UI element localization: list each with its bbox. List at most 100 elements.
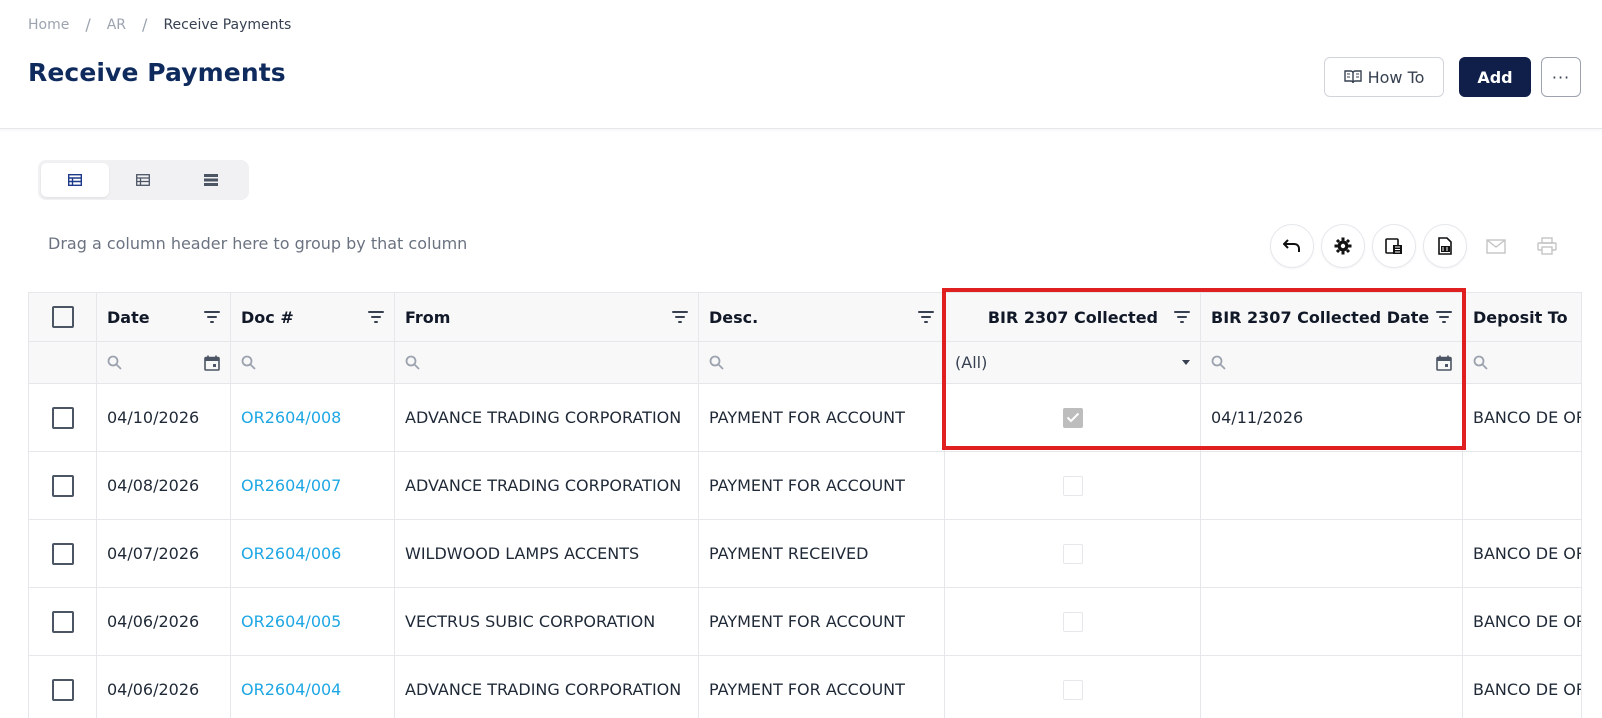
search-icon — [107, 355, 122, 370]
reset-layout-button[interactable] — [1270, 224, 1314, 268]
row-checkbox[interactable] — [51, 678, 74, 701]
settings-button[interactable] — [1321, 224, 1365, 268]
date-filter-input[interactable] — [97, 342, 231, 383]
doc-link[interactable]: OR2604/004 — [231, 656, 395, 718]
calendar-icon[interactable] — [1436, 355, 1452, 371]
column-header-from[interactable]: From — [395, 293, 699, 341]
bir-collected-checkbox — [1062, 407, 1083, 428]
email-button[interactable] — [1474, 224, 1518, 268]
date-cell: 04/07/2026 — [97, 520, 231, 587]
column-header-deposit-to[interactable]: Deposit To — [1463, 293, 1581, 341]
desc-cell: PAYMENT RECEIVED — [699, 520, 945, 587]
doc-link[interactable]: OR2604/008 — [231, 384, 395, 451]
breadcrumb-ar[interactable]: AR — [107, 17, 126, 33]
column-header-bir-collected[interactable]: BIR 2307 Collected — [945, 293, 1201, 341]
breadcrumb-separator: / — [142, 15, 148, 34]
column-title: BIR 2307 Collected Date — [1211, 307, 1430, 327]
doc-filter-input[interactable] — [231, 342, 395, 383]
deposit-filter-input[interactable] — [1463, 342, 1581, 383]
bir-date-filter-input[interactable] — [1201, 342, 1463, 383]
undo-icon — [1283, 239, 1300, 252]
table-row[interactable]: 04/10/2026 OR2604/008 ADVANCE TRADING CO… — [29, 384, 1581, 452]
column-title: Doc # — [241, 307, 294, 327]
search-icon — [1211, 355, 1226, 370]
bir-collected-cell — [945, 520, 1201, 587]
payments-grid: Date Doc # From Desc. BIR 2307 Collected… — [28, 292, 1582, 718]
compact-view-icon — [204, 174, 218, 186]
column-header-doc[interactable]: Doc # — [231, 293, 395, 341]
add-button[interactable]: Add — [1459, 57, 1531, 97]
desc-cell: PAYMENT FOR ACCOUNT — [699, 452, 945, 519]
grid-filter-row: (All) — [29, 342, 1581, 384]
deposit-cell: BANCO DE OR — [1473, 544, 1582, 563]
pdf-export-icon — [1438, 237, 1452, 255]
column-header-date[interactable]: Date — [97, 293, 231, 341]
row-checkbox[interactable] — [51, 406, 74, 429]
doc-link[interactable]: OR2604/006 — [231, 520, 395, 587]
doc-link[interactable]: OR2604/005 — [231, 588, 395, 655]
more-options-button[interactable]: ··· — [1541, 57, 1581, 97]
column-title: From — [405, 307, 451, 327]
row-select-cell — [29, 520, 97, 587]
bir-collected-cell — [945, 384, 1201, 451]
table-row[interactable]: 04/07/2026 OR2604/006 WILDWOOD LAMPS ACC… — [29, 520, 1582, 588]
bir-collected-cell — [945, 588, 1201, 655]
compact-view-button[interactable] — [177, 163, 245, 197]
filter-icon[interactable] — [368, 311, 384, 323]
row-checkbox[interactable] — [51, 474, 74, 497]
breadcrumb-home[interactable]: Home — [28, 17, 69, 33]
column-title: Deposit To — [1473, 307, 1568, 327]
breadcrumb-separator: / — [85, 15, 91, 34]
table-view-button[interactable] — [41, 163, 109, 197]
row-select-cell — [29, 384, 97, 451]
print-button[interactable] — [1525, 224, 1569, 268]
from-cell: ADVANCE TRADING CORPORATION — [395, 384, 699, 451]
gear-icon — [1334, 237, 1352, 255]
date-cell: 04/10/2026 — [97, 384, 231, 451]
row-select-cell — [29, 656, 97, 718]
export-excel-button[interactable] — [1372, 224, 1416, 268]
calendar-icon[interactable] — [204, 355, 220, 371]
top-header: Home / AR / Receive Payments Receive Pay… — [0, 0, 1602, 129]
date-cell: 04/06/2026 — [97, 656, 231, 718]
desc-filter-input[interactable] — [699, 342, 945, 383]
how-to-button[interactable]: How To — [1324, 57, 1444, 97]
date-cell: 04/06/2026 — [97, 588, 231, 655]
export-pdf-button[interactable] — [1423, 224, 1467, 268]
search-icon — [709, 355, 724, 370]
deposit-cell: BANCO DE OR — [1473, 612, 1582, 631]
filter-icon[interactable] — [1174, 311, 1190, 323]
bir-collected-checkbox — [1062, 475, 1083, 496]
table-row[interactable]: 04/06/2026 OR2604/004 ADVANCE TRADING CO… — [29, 656, 1582, 718]
column-title: Desc. — [709, 307, 759, 327]
list-view-button[interactable] — [109, 163, 177, 197]
column-title: BIR 2307 Collected — [987, 307, 1158, 327]
column-header-bir-date[interactable]: BIR 2307 Collected Date — [1201, 293, 1463, 341]
deposit-cell: BANCO DE OR — [1473, 680, 1582, 699]
table-row[interactable]: 04/08/2026 OR2604/007 ADVANCE TRADING CO… — [29, 452, 1581, 520]
from-filter-input[interactable] — [395, 342, 699, 383]
bir-collected-filter-select[interactable]: (All) — [945, 342, 1201, 383]
row-checkbox[interactable] — [51, 542, 74, 565]
book-icon — [1343, 70, 1362, 84]
select-all-checkbox[interactable] — [51, 306, 74, 328]
desc-cell: PAYMENT FOR ACCOUNT — [699, 588, 945, 655]
filter-icon[interactable] — [1436, 311, 1452, 323]
bir-date-cell — [1201, 520, 1463, 587]
bir-filter-value: (All) — [955, 353, 988, 372]
select-all-cell — [29, 293, 97, 341]
filter-icon[interactable] — [672, 311, 688, 323]
from-cell: WILDWOOD LAMPS ACCENTS — [395, 520, 699, 587]
table-view-icon — [68, 174, 82, 186]
bir-collected-checkbox — [1062, 679, 1083, 700]
row-checkbox[interactable] — [51, 610, 74, 633]
from-cell: ADVANCE TRADING CORPORATION — [395, 452, 699, 519]
doc-link[interactable]: OR2604/007 — [231, 452, 395, 519]
search-icon — [405, 355, 420, 370]
column-header-desc[interactable]: Desc. — [699, 293, 945, 341]
filter-icon[interactable] — [918, 311, 934, 323]
desc-cell: PAYMENT FOR ACCOUNT — [699, 384, 945, 451]
table-row[interactable]: 04/06/2026 OR2604/005 VECTRUS SUBIC CORP… — [29, 588, 1582, 656]
filter-icon[interactable] — [204, 311, 220, 323]
group-by-hint: Drag a column header here to group by th… — [48, 234, 468, 253]
